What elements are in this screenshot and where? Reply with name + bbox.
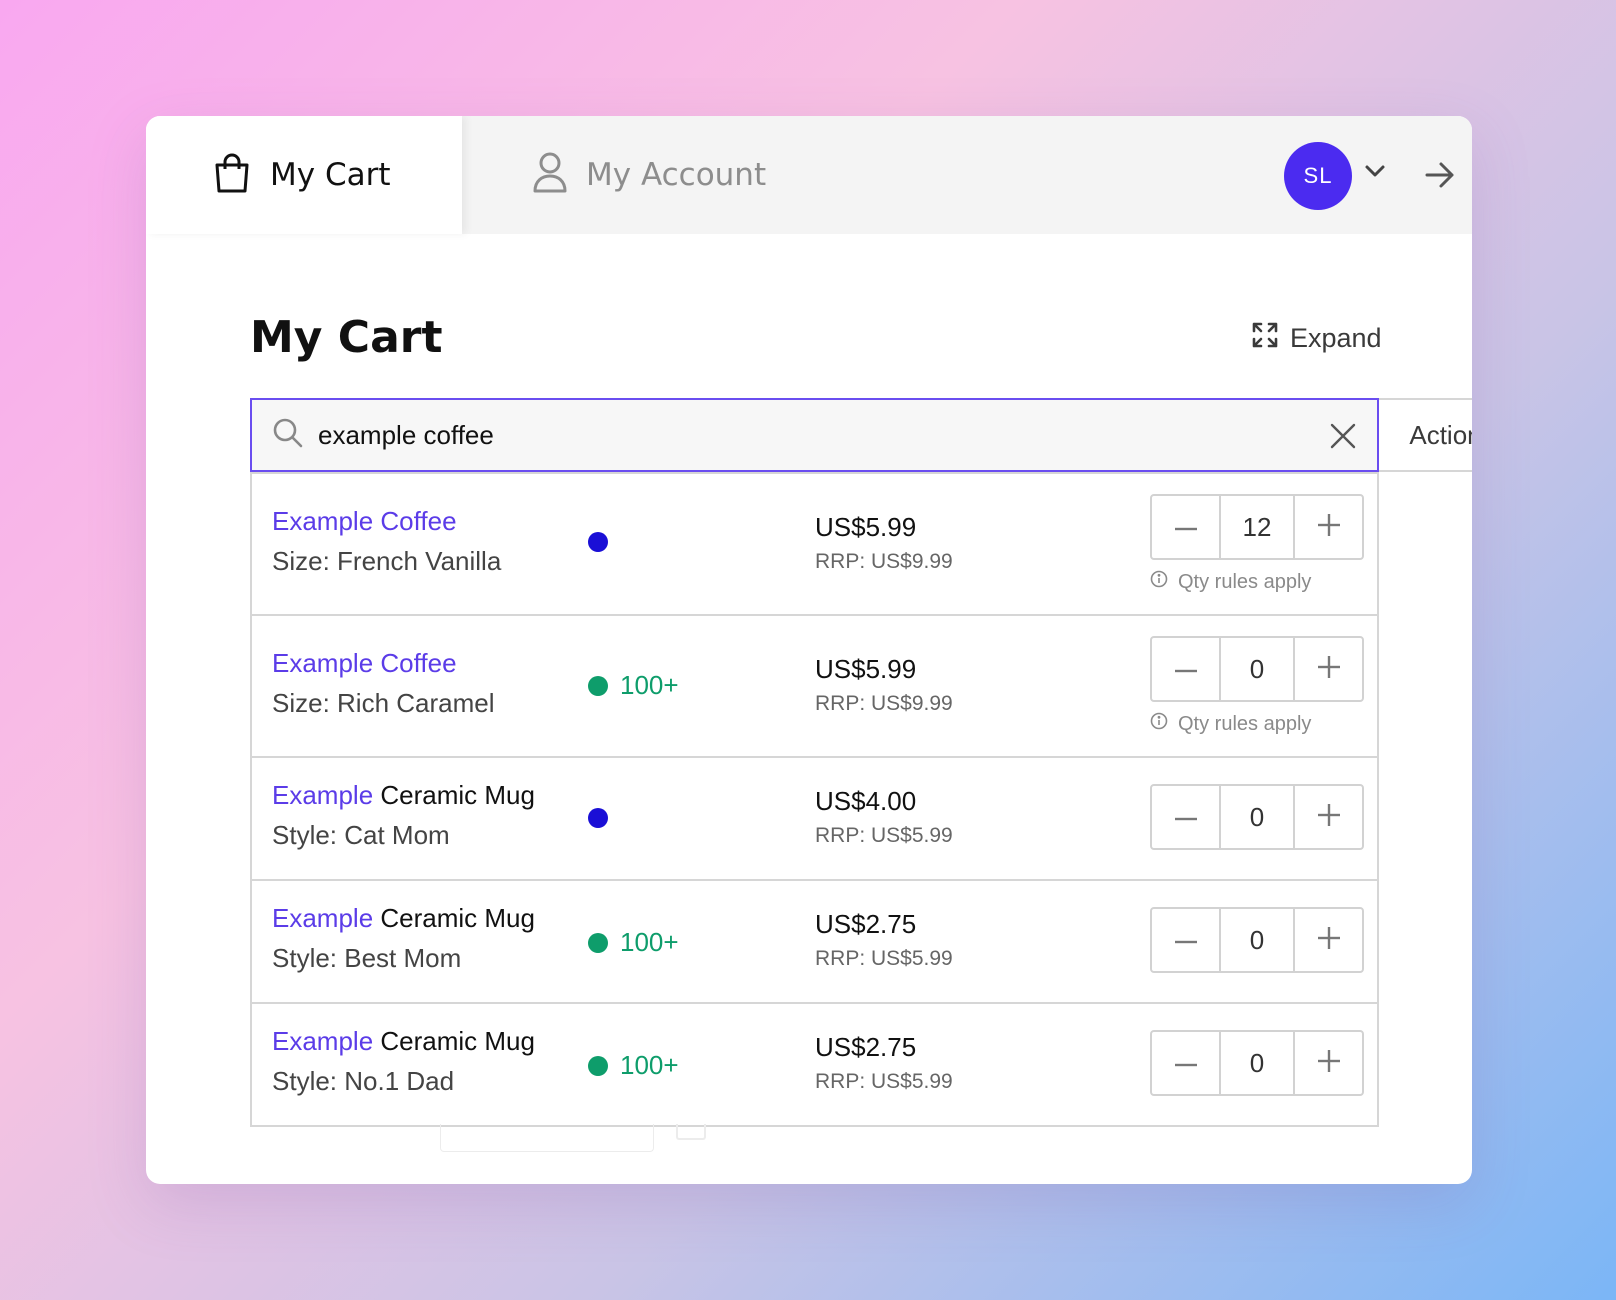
avatar[interactable]: SL <box>1284 142 1352 210</box>
stock-indicator: 100+ <box>588 670 679 701</box>
product-variant: Style: Best Mom <box>272 943 462 973</box>
partially-hidden-control <box>676 1124 706 1140</box>
product-name[interactable]: Example Ceramic Mug <box>272 903 535 934</box>
price: US$2.75 <box>815 1032 917 1062</box>
stock-dot <box>588 808 608 828</box>
increment-button[interactable] <box>1295 496 1362 558</box>
decrement-button[interactable] <box>1152 909 1219 971</box>
plus-icon <box>1317 1049 1340 1077</box>
rrp: RRP: US$9.99 <box>815 692 953 715</box>
quantity-value[interactable]: 0 <box>1219 909 1295 971</box>
tab-my-cart-label: My Cart <box>270 157 391 193</box>
minus-icon <box>1174 931 1197 949</box>
quantity-value[interactable]: 12 <box>1219 496 1295 558</box>
stock-indicator <box>588 532 608 552</box>
product-variant: Style: No.1 Dad <box>272 1066 455 1096</box>
price: US$2.75 <box>815 909 917 939</box>
actions-label: Actions <box>1409 419 1472 450</box>
rrp: RRP: US$5.99 <box>815 947 953 970</box>
cart-item-row: Example Ceramic Mug Style: Cat Mom US$4.… <box>252 756 1377 879</box>
decrement-button[interactable] <box>1152 638 1219 700</box>
decrement-button[interactable] <box>1152 786 1219 848</box>
product-variant: Size: French Vanilla <box>272 546 502 576</box>
info-icon <box>1150 570 1168 594</box>
tab-my-cart[interactable]: My Cart <box>146 116 462 234</box>
rrp: RRP: US$9.99 <box>815 550 953 573</box>
quantity-value[interactable]: 0 <box>1219 786 1295 848</box>
product-name[interactable]: Example Ceramic Mug <box>272 1026 535 1057</box>
decrement-button[interactable] <box>1152 496 1219 558</box>
close-icon[interactable] <box>1329 422 1357 455</box>
user-icon <box>532 151 568 200</box>
quantity-stepper: 0 <box>1150 907 1364 973</box>
increment-button[interactable] <box>1295 638 1362 700</box>
expand-icon <box>1252 322 1278 355</box>
stock-count: 100+ <box>620 927 679 957</box>
tab-my-account-label: My Account <box>586 157 767 193</box>
page-title: My Cart <box>250 312 443 363</box>
cart-window: My Cart My Account SL My Cart Expand exa… <box>146 116 1472 1184</box>
minus-icon <box>1174 518 1197 536</box>
product-name[interactable]: Example Ceramic Mug <box>272 780 535 811</box>
info-icon <box>1150 712 1168 736</box>
plus-icon <box>1317 926 1340 954</box>
product-name[interactable]: Example Coffee <box>272 506 457 537</box>
quantity-stepper: 0 <box>1150 1030 1364 1096</box>
search-input[interactable] <box>318 405 1138 465</box>
stock-dot <box>588 1055 608 1076</box>
stock-count: 100+ <box>620 1050 679 1080</box>
price: US$5.99 <box>815 654 917 684</box>
product-name[interactable]: Example Coffee <box>272 648 457 679</box>
cart-item-row: Example Ceramic Mug Style: No.1 Dad 100+… <box>252 1002 1377 1125</box>
rrp: RRP: US$5.99 <box>815 824 953 847</box>
chevron-down-icon[interactable] <box>1364 164 1386 183</box>
stock-dot <box>588 932 608 953</box>
expand-label: Expand <box>1290 323 1382 353</box>
quantity-stepper: 0 <box>1150 636 1364 702</box>
search-icon <box>272 417 304 454</box>
plus-icon <box>1317 655 1340 683</box>
tab-my-account[interactable]: My Account <box>532 116 766 234</box>
stock-count: 100+ <box>620 670 679 700</box>
rrp: RRP: US$5.99 <box>815 1070 953 1093</box>
minus-icon <box>1174 660 1197 678</box>
minus-icon <box>1174 1054 1197 1072</box>
increment-button[interactable] <box>1295 1032 1362 1094</box>
shopping-bag-icon <box>212 152 252 199</box>
increment-button[interactable] <box>1295 909 1362 971</box>
cart-item-row: Example Ceramic Mug Style: Best Mom 100+… <box>252 879 1377 1002</box>
stock-indicator: 100+ <box>588 927 679 958</box>
product-variant: Size: Rich Caramel <box>272 688 495 718</box>
price: US$5.99 <box>815 512 917 542</box>
cart-item-row: Example Coffee Size: Rich Caramel 100+ U… <box>252 614 1377 756</box>
stock-dot <box>588 675 608 696</box>
cart-item-row: Example Coffee Size: French Vanilla US$5… <box>252 472 1377 614</box>
plus-icon <box>1317 513 1340 541</box>
quantity-value[interactable]: 0 <box>1219 638 1295 700</box>
stock-indicator <box>588 808 608 828</box>
search-bar <box>250 398 1379 472</box>
stock-indicator: 100+ <box>588 1050 679 1081</box>
arrow-right-icon[interactable] <box>1424 160 1456 195</box>
plus-icon <box>1317 803 1340 831</box>
qty-rules-note: Qty rules apply <box>1150 712 1311 736</box>
quantity-stepper: 0 <box>1150 784 1364 850</box>
product-variant: Style: Cat Mom <box>272 820 450 850</box>
tab-bar: My Cart My Account SL <box>146 116 1472 234</box>
partially-hidden-stepper <box>440 1124 654 1152</box>
quantity-stepper: 12 <box>1150 494 1364 560</box>
quantity-value[interactable]: 0 <box>1219 1032 1295 1094</box>
stock-dot <box>588 532 608 552</box>
actions-dropdown[interactable]: Actions <box>1379 398 1472 472</box>
expand-button[interactable]: Expand <box>1252 322 1382 355</box>
price: US$4.00 <box>815 786 917 816</box>
qty-rules-note: Qty rules apply <box>1150 570 1311 594</box>
decrement-button[interactable] <box>1152 1032 1219 1094</box>
cart-item-list: Example Coffee Size: French Vanilla US$5… <box>250 472 1379 1127</box>
minus-icon <box>1174 808 1197 826</box>
increment-button[interactable] <box>1295 786 1362 848</box>
